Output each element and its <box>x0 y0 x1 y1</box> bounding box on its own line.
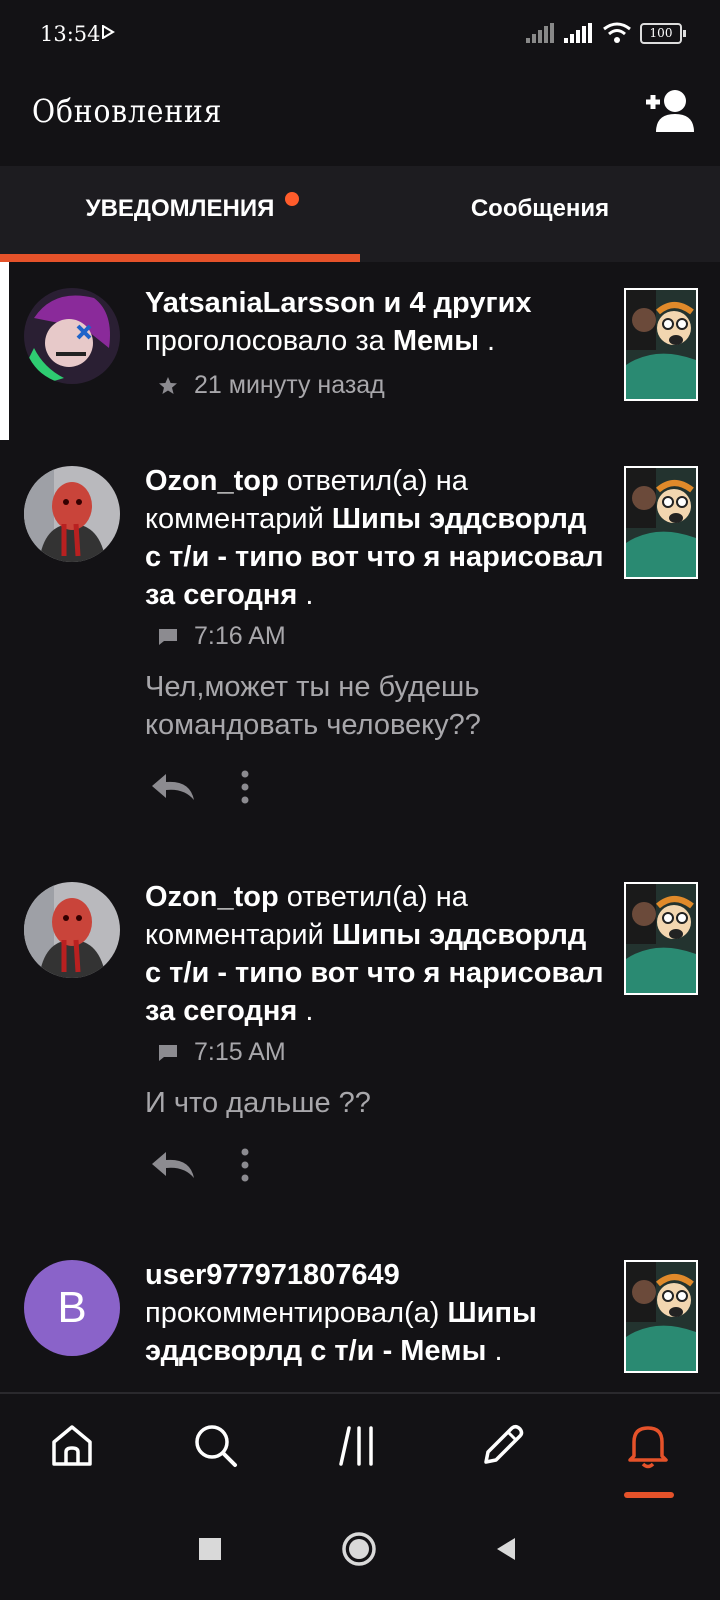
comment-actions <box>150 1148 250 1182</box>
status-bar: 13:54 100 <box>0 0 720 72</box>
play-store-notification-icon <box>102 25 115 39</box>
notification-text: Ozon_top ответил(а) на комментарий Шипы … <box>145 878 605 1030</box>
page-title: Обновления <box>32 92 223 130</box>
notification-time: 7:15 AM <box>194 1038 286 1066</box>
system-navigation-bar <box>0 1500 720 1600</box>
notification-text: Ozon_top ответил(а) на комментарий Шипы … <box>145 462 605 614</box>
active-tab-indicator <box>0 254 360 262</box>
notification-time: 7:16 AM <box>194 622 286 650</box>
reply-comment-text: И что дальше ?? <box>145 1087 371 1119</box>
avatar[interactable] <box>24 288 120 384</box>
tab-notifications-label: УВЕДОМЛЕНИЯ <box>85 195 275 222</box>
tab-messages-label: Сообщения <box>470 195 610 222</box>
search-icon[interactable] <box>190 1420 240 1470</box>
reply-icon[interactable] <box>150 772 196 802</box>
notification-suffix: . <box>305 579 314 611</box>
notification-text: YatsaniaLarsson и 4 других проголосовало… <box>145 284 605 360</box>
unread-dot <box>285 192 299 206</box>
bell-icon[interactable] <box>623 1420 673 1470</box>
notification-user[interactable]: user977971807649 <box>145 1259 400 1291</box>
notification-suffix: . <box>494 1335 503 1367</box>
notification-item[interactable]: Ozon_top ответил(а) на комментарий Шипы … <box>0 440 720 840</box>
reply-comment-text: Чел,может ты не будешь командовать челов… <box>145 671 481 741</box>
notification-target[interactable]: Мемы <box>393 325 479 357</box>
library-icon[interactable] <box>335 1420 385 1470</box>
add-friend-icon[interactable] <box>640 88 696 134</box>
tab-notifications[interactable]: УВЕДОМЛЕНИЯ <box>0 166 360 262</box>
notification-time: 21 минуту назад <box>194 371 385 399</box>
notification-item[interactable]: YatsaniaLarsson и 4 других проголосовало… <box>0 262 720 440</box>
notification-item[interactable]: B user977971807649 прокомментировал(а) Ш… <box>0 1234 720 1392</box>
signal-icon <box>526 23 554 43</box>
unread-indicator <box>0 262 9 440</box>
notification-action: проголосовало за <box>145 325 385 357</box>
notification-user[interactable]: Ozon_top <box>145 465 279 497</box>
battery-icon: 100 <box>640 22 686 44</box>
home-icon[interactable] <box>47 1420 97 1470</box>
bottom-navigation <box>0 1392 720 1494</box>
tab-messages[interactable]: Сообщения <box>360 166 720 262</box>
notification-feed[interactable]: YatsaniaLarsson и 4 других проголосовало… <box>0 262 720 1392</box>
story-thumbnail[interactable] <box>624 882 698 995</box>
comment-icon <box>159 1044 177 1061</box>
notification-suffix: . <box>305 995 314 1027</box>
status-time: 13:54 <box>40 22 101 46</box>
story-thumbnail[interactable] <box>624 288 698 401</box>
avatar[interactable] <box>24 466 120 562</box>
notification-text: user977971807649 прокомментировал(а) Шип… <box>145 1256 605 1370</box>
story-thumbnail[interactable] <box>624 1260 698 1373</box>
notification-user[interactable]: Ozon_top <box>145 881 279 913</box>
notification-meta: 21 минуту назад <box>158 371 385 400</box>
tab-bar: УВЕДОМЛЕНИЯ Сообщения <box>0 166 720 262</box>
home-button-icon[interactable] <box>341 1531 377 1567</box>
notification-suffix: . <box>487 325 496 357</box>
avatar[interactable] <box>24 882 120 978</box>
more-options-icon[interactable] <box>240 1148 250 1182</box>
avatar[interactable]: B <box>24 1260 120 1356</box>
notification-item[interactable]: Ozon_top ответил(а) на комментарий Шипы … <box>0 856 720 1216</box>
pencil-icon[interactable] <box>478 1420 528 1470</box>
active-nav-indicator <box>624 1492 674 1498</box>
signal-icon <box>564 23 592 43</box>
comment-actions <box>150 770 250 804</box>
story-thumbnail[interactable] <box>624 466 698 579</box>
reply-icon[interactable] <box>150 1150 196 1180</box>
wifi-icon <box>603 22 631 43</box>
avatar-letter: B <box>57 1283 87 1332</box>
comment-icon <box>159 628 177 645</box>
notification-meta: 7:15 AM <box>158 1038 286 1067</box>
notification-action: прокомментировал(а) <box>145 1297 440 1329</box>
recent-apps-icon[interactable] <box>197 1536 223 1562</box>
notification-meta: 7:16 AM <box>158 622 286 651</box>
notification-user[interactable]: YatsaniaLarsson и 4 других <box>145 287 532 319</box>
star-icon <box>159 376 177 394</box>
more-options-icon[interactable] <box>240 770 250 804</box>
back-icon[interactable] <box>493 1536 519 1562</box>
